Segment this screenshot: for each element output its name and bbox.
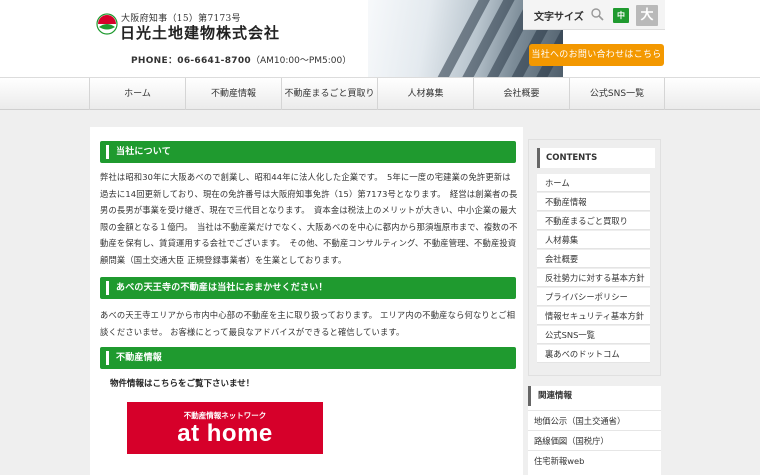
sidebar-contents: CONTENTS ホーム 不動産情報 不動産まるごと買取り 人材募集 会社概要 … [528,139,661,376]
contents-title: CONTENTS [546,153,598,163]
section-heading-area: あべの天王寺の不動産は当社におまかせください！ [100,277,516,299]
sidebar-item-buyout[interactable]: 不動産まるごと買取り [537,212,650,230]
company-name[interactable]: 日光土地建物株式会社 [120,22,280,43]
section-heading-about: 当社について [100,141,516,163]
sidebar-item-company[interactable]: 会社概要 [537,250,650,268]
realestate-heading: 不動産情報 [116,353,163,363]
related-heading: 関連情報 [528,386,661,406]
text-size-large-button[interactable]: 大 [636,5,658,26]
phone-info: PHONE：06-6641-8700（AM10:00〜PM5:00） [131,53,351,66]
sidebar-item-realestate[interactable]: 不動産情報 [537,193,650,211]
text-size-label: 文字サイズ [534,12,584,23]
related-link-route-price[interactable]: 路線価図（国税庁） [528,430,661,450]
about-text: 弊社は昭和30年に大阪あべので創業し、昭和44年に法人化した企業です。 5年に一… [100,172,518,265]
sidebar-item-security-policy[interactable]: 情報セキュリティ基本方針 [537,307,650,325]
nav-item-recruit[interactable]: 人材募集 [377,78,473,110]
nav-item-sns[interactable]: 公式SNS一覧 [569,78,665,110]
site-header: 大阪府知事（15）第7173号 日光土地建物株式会社 PHONE：06-6641… [0,0,760,77]
sidebar-item-home[interactable]: ホーム [537,174,650,192]
about-heading: 当社について [116,147,171,157]
sidebar-related: 関連情報 地価公示（国土交通省） 路線価図（国税庁） 住宅新報web [528,386,661,475]
sidebar-item-privacy-policy[interactable]: プライバシーポリシー [537,288,650,306]
nav-item-home[interactable]: ホーム [89,78,185,110]
section-heading-realestate: 不動産情報 [100,347,516,369]
nav-item-buyout[interactable]: 不動産まるごと買取り [281,78,377,110]
phone-label: PHONE： [131,56,178,66]
magnifier-icon [591,8,604,21]
related-title: 関連情報 [538,391,573,401]
nav-item-company[interactable]: 会社概要 [473,78,569,110]
property-info-lead: 物件情報はこちらをご覧下さいませ！ [110,379,255,389]
athome-logo: at home [177,420,273,447]
company-logo-icon[interactable] [96,13,118,35]
sidebar-item-antisocial-policy[interactable]: 反社勢力に対する基本方針 [537,269,650,287]
contact-button[interactable]: 当社へのお問い合わせはこちら [529,44,664,66]
global-nav: ホーム 不動産情報 不動産まるごと買取り 人材募集 会社概要 公式SNS一覧 [0,77,760,110]
text-size-switcher: 文字サイズ 中 大 [523,0,665,30]
sidebar-item-recruit[interactable]: 人材募集 [537,231,650,249]
main-content: 当社について 弊社は昭和30年に大阪あべので創業し、昭和44年に法人化した企業で… [90,127,523,475]
sidebar-item-ura-abeno[interactable]: 裏あべのドットコム [537,345,650,363]
contents-heading: CONTENTS [537,148,655,168]
related-link-jutaku-shimpo[interactable]: 住宅新報web [528,450,661,470]
text-size-medium-button[interactable]: 中 [613,8,629,23]
nav-item-realestate[interactable]: 不動産情報 [185,78,281,110]
sidebar-item-sns[interactable]: 公式SNS一覧 [537,326,650,344]
related-link-land-price[interactable]: 地価公示（国土交通省） [528,410,661,430]
area-heading: あべの天王寺の不動産は当社におまかせください！ [116,283,328,293]
area-text: あべの天王寺エリアから市内中心部の不動産を主に取り扱っております。 エリア内の不… [100,310,516,337]
phone-number[interactable]: 06-6641-8700 [177,56,251,66]
athome-banner[interactable]: 不動産情報ネットワーク at home [127,402,323,454]
business-hours: （AM10:00〜PM5:00） [250,56,352,66]
